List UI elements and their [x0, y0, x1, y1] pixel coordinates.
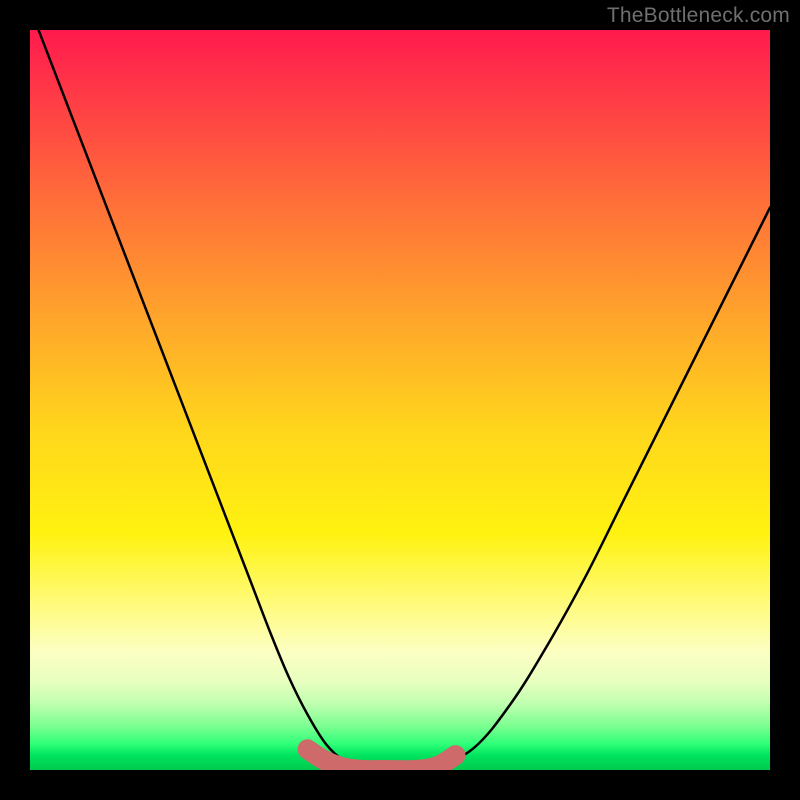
bottleneck-curve: [30, 30, 770, 770]
plot-area: [30, 30, 770, 770]
watermark-text: TheBottleneck.com: [607, 4, 790, 28]
bottom-marker-band: [308, 749, 456, 770]
chart-frame: TheBottleneck.com: [0, 0, 800, 800]
curve-layer: [30, 30, 770, 770]
